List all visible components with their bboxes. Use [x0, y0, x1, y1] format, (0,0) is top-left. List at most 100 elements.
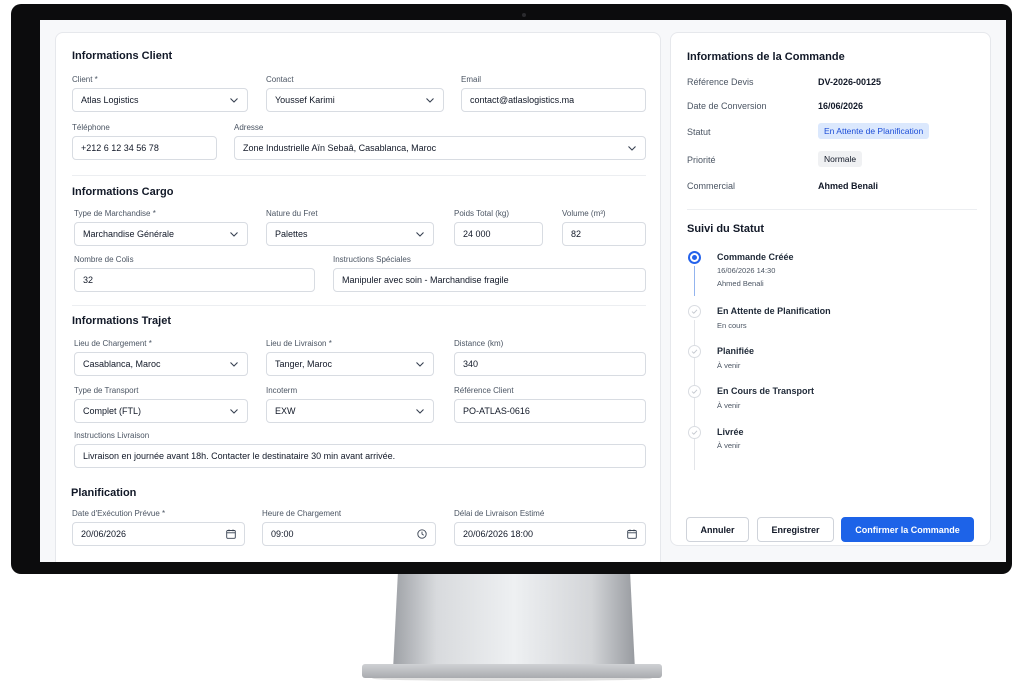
check-circle-icon: [688, 345, 701, 358]
delivery-delay-label: Délai de Livraison Estimé: [454, 509, 545, 518]
volume-field[interactable]: 82: [562, 222, 646, 246]
address-select[interactable]: Zone Industrielle Aïn Sebaâ, Casablanca,…: [234, 136, 646, 160]
special-instructions-field[interactable]: Manipuler avec soin - Marchandise fragil…: [333, 268, 646, 292]
delivery-instructions-field[interactable]: Livraison en journée avant 18h. Contacte…: [74, 444, 646, 468]
quote-ref-value: DV-2026-00125: [818, 77, 882, 87]
incoterm-label: Incoterm: [266, 386, 298, 395]
volume-value: 82: [571, 229, 582, 239]
packages-field[interactable]: 32: [74, 268, 315, 292]
special-instructions-value: Manipuler avec soin - Marchandise fragil…: [342, 275, 509, 285]
client-reference-value: PO-ATLAS-0616: [463, 406, 530, 416]
conversion-date-value: 16/06/2026: [818, 101, 864, 111]
total-weight-field[interactable]: 24 000: [454, 222, 543, 246]
step-title: En Cours de Transport: [717, 386, 815, 396]
delivery-delay-field[interactable]: 20/06/2026 18:00: [454, 522, 646, 546]
chevron-down-icon: [425, 95, 435, 105]
freight-nature-label: Nature du Fret: [266, 209, 318, 218]
screen: Informations Client Client * Atlas Logis…: [40, 20, 1006, 562]
status-badge: En Attente de Planification: [818, 123, 930, 139]
calendar-icon[interactable]: [226, 529, 236, 539]
order-section-title: Informations de la Commande: [687, 51, 845, 63]
freight-nature-select[interactable]: Palettes: [266, 222, 434, 246]
step-title: En Attente de Planification: [717, 306, 831, 316]
address-label: Adresse: [234, 123, 264, 132]
client-select[interactable]: Atlas Logistics: [72, 88, 248, 112]
save-button[interactable]: Enregistrer: [757, 517, 834, 542]
contact-select[interactable]: Youssef Karimi: [266, 88, 444, 112]
distance-field[interactable]: 340: [454, 352, 646, 376]
step-active-dot-icon: [688, 251, 701, 264]
address-value: Zone Industrielle Aïn Sebaâ, Casablanca,…: [243, 143, 437, 153]
section-divider: [687, 209, 977, 210]
execution-date-field[interactable]: 20/06/2026: [72, 522, 245, 546]
calendar-icon[interactable]: [627, 529, 637, 539]
step-title: Planifiée: [717, 346, 755, 356]
loading-time-label: Heure de Chargement: [262, 509, 342, 518]
client-reference-field[interactable]: PO-ATLAS-0616: [454, 399, 646, 423]
confirm-order-button[interactable]: Confirmer la Commande: [841, 517, 974, 542]
total-weight-value: 24 000: [463, 229, 491, 239]
sales-label: Commercial: [687, 181, 736, 191]
chevron-down-icon: [229, 95, 239, 105]
step-status: À venir: [717, 441, 741, 450]
email-field[interactable]: contact@atlaslogistics.ma: [461, 88, 646, 112]
sales-value: Ahmed Benali: [818, 181, 879, 191]
loading-place-value: Casablanca, Maroc: [83, 359, 161, 369]
goods-type-label: Type de Marchandise *: [74, 209, 156, 218]
check-circle-icon: [688, 426, 701, 439]
packages-value: 32: [83, 275, 94, 285]
client-value: Atlas Logistics: [81, 95, 139, 105]
timeline-connector-active: [694, 266, 695, 296]
special-instructions-label: Instructions Spéciales: [333, 255, 411, 264]
step-title: Commande Créée: [717, 252, 794, 262]
clock-icon[interactable]: [417, 529, 427, 539]
section-divider: [72, 305, 646, 306]
phone-value: +212 6 12 34 56 78: [81, 143, 159, 153]
execution-date-label: Date d'Exécution Prévue *: [72, 509, 166, 518]
chevron-down-icon: [229, 359, 239, 369]
delivery-instructions-value: Livraison en journée avant 18h. Contacte…: [83, 451, 396, 461]
priority-badge: Normale: [818, 151, 863, 167]
delivery-place-value: Tanger, Maroc: [275, 359, 333, 369]
monitor-bezel: Informations Client Client * Atlas Logis…: [11, 4, 1012, 574]
chevron-down-icon: [229, 229, 239, 239]
chevron-down-icon: [627, 143, 637, 153]
incoterm-value: EXW: [275, 406, 296, 416]
client-label: Client *: [72, 75, 98, 84]
total-weight-label: Poids Total (kg): [454, 209, 509, 218]
loading-time-field[interactable]: 09:00: [262, 522, 436, 546]
transport-type-value: Complet (FTL): [83, 406, 142, 416]
incoterm-select[interactable]: EXW: [266, 399, 434, 423]
status-label: Statut: [687, 127, 711, 137]
chevron-down-icon: [415, 359, 425, 369]
step-status: À venir: [717, 361, 741, 370]
client-reference-label: Référence Client: [454, 386, 514, 395]
delivery-place-select[interactable]: Tanger, Maroc: [266, 352, 434, 376]
email-label: Email: [461, 75, 482, 84]
planning-section-title: Planification: [71, 487, 137, 499]
step-status: À venir: [717, 401, 741, 410]
route-section-title: Informations Trajet: [72, 315, 172, 327]
camera-dot: [522, 13, 526, 17]
freight-nature-value: Palettes: [275, 229, 308, 239]
order-summary-panel: Informations de la Commande Référence De…: [670, 32, 991, 546]
loading-place-select[interactable]: Casablanca, Maroc: [74, 352, 248, 376]
cancel-button[interactable]: Annuler: [686, 517, 749, 542]
transport-type-label: Type de Transport: [74, 386, 139, 395]
volume-label: Volume (m³): [562, 209, 606, 218]
priority-label: Priorité: [687, 155, 716, 165]
goods-type-select[interactable]: Marchandise Générale: [74, 222, 248, 246]
execution-date-value: 20/06/2026: [81, 529, 127, 539]
status-tracking-title: Suivi du Statut: [687, 223, 764, 235]
step-timestamp: 16/06/2026 14:30: [717, 266, 776, 275]
cargo-section-title: Informations Cargo: [72, 186, 174, 198]
conversion-date-label: Date de Conversion: [687, 101, 767, 111]
client-section-title: Informations Client: [72, 50, 173, 62]
phone-field[interactable]: +212 6 12 34 56 78: [72, 136, 217, 160]
monitor-stand: [393, 574, 635, 670]
order-form-panel: Informations Client Client * Atlas Logis…: [55, 32, 661, 562]
loading-time-value: 09:00: [271, 529, 294, 539]
check-circle-icon: [688, 385, 701, 398]
phone-label: Téléphone: [72, 123, 110, 132]
transport-type-select[interactable]: Complet (FTL): [74, 399, 248, 423]
